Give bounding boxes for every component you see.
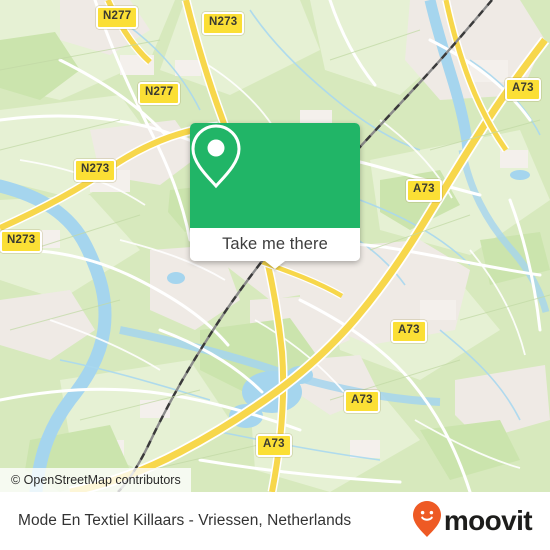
road-shield-n277-0: N277 xyxy=(96,6,139,29)
map-canvas[interactable]: N277 N273 N277 N273 N273 A73 A73 A73 A73 A73 Take… xyxy=(0,0,550,492)
footer-bar: Mode En Textiel Killaars - Vriessen, Net… xyxy=(0,492,550,550)
road-shield-n277-2: N277 xyxy=(138,82,181,105)
road-shield-a73-9: A73 xyxy=(256,434,292,457)
take-me-there-label: Take me there xyxy=(222,235,328,253)
road-shield-a73-6: A73 xyxy=(406,179,442,202)
take-me-there-button[interactable]: Take me there xyxy=(190,228,360,261)
place-popup[interactable]: Take me there xyxy=(190,123,360,269)
road-shield-n273-1: N273 xyxy=(202,12,245,35)
road-shield-a73-7: A73 xyxy=(391,320,427,343)
moovit-pin-smiley-icon xyxy=(412,500,442,543)
road-shield-n273-4: N273 xyxy=(0,230,43,253)
attribution-text: © OpenStreetMap contributors xyxy=(11,473,181,487)
road-shield-a73-8: A73 xyxy=(344,390,380,413)
place-title: Mode En Textiel Killaars - Vriessen, Net… xyxy=(18,512,352,529)
map-screenshot: N277 N273 N277 N273 N273 A73 A73 A73 A73 A73 Take… xyxy=(0,0,550,550)
road-shield-a73-5: A73 xyxy=(505,78,541,101)
map-attribution[interactable]: © OpenStreetMap contributors xyxy=(0,468,191,492)
moovit-logo[interactable]: moovit xyxy=(412,500,533,543)
popup-header xyxy=(190,123,360,228)
road-shield-n273-3: N273 xyxy=(74,159,117,182)
popup-pointer xyxy=(265,261,285,269)
moovit-wordmark: moovit xyxy=(443,505,533,536)
